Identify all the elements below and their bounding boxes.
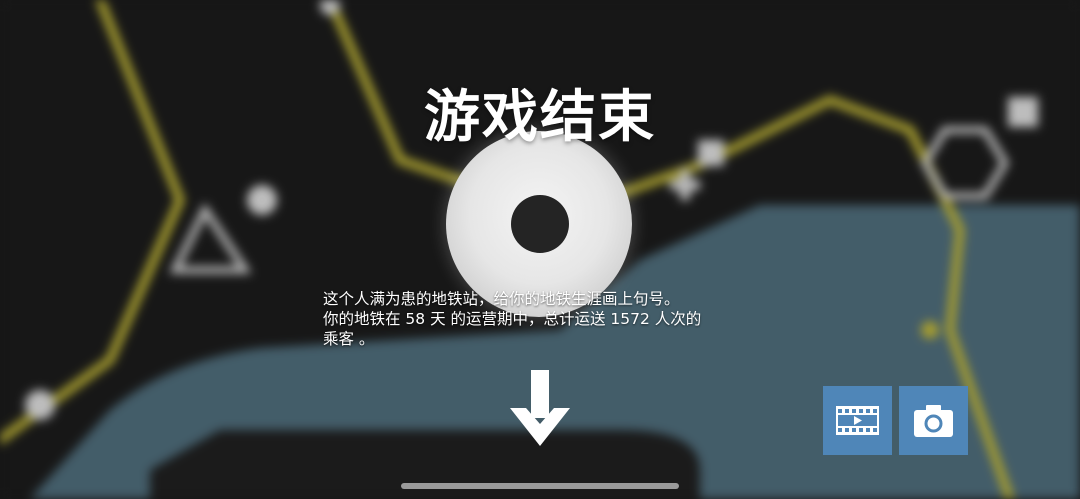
message-line: 乘客 。 (323, 330, 375, 348)
down-arrow-icon (510, 370, 570, 446)
game-over-message: 这个人满为患的地铁站，给你的地铁生涯画上句号。 你的地铁在 58 天 的运营期中… (323, 289, 773, 349)
continue-button[interactable] (506, 368, 574, 450)
message-line: 这个人满为患的地铁站，给你的地铁生涯画上句号。 (323, 290, 680, 308)
message-line: 你的地铁在 58 天 的运营期中，总计运送 1572 人次的 (323, 310, 702, 328)
overcrowded-station (511, 195, 569, 253)
home-indicator[interactable] (401, 483, 679, 489)
camera-icon (914, 405, 953, 437)
film-icon (836, 406, 879, 435)
game-over-title: 游戏结束 (424, 85, 656, 150)
record-video-button[interactable] (823, 386, 892, 455)
screenshot-button[interactable] (899, 386, 968, 455)
